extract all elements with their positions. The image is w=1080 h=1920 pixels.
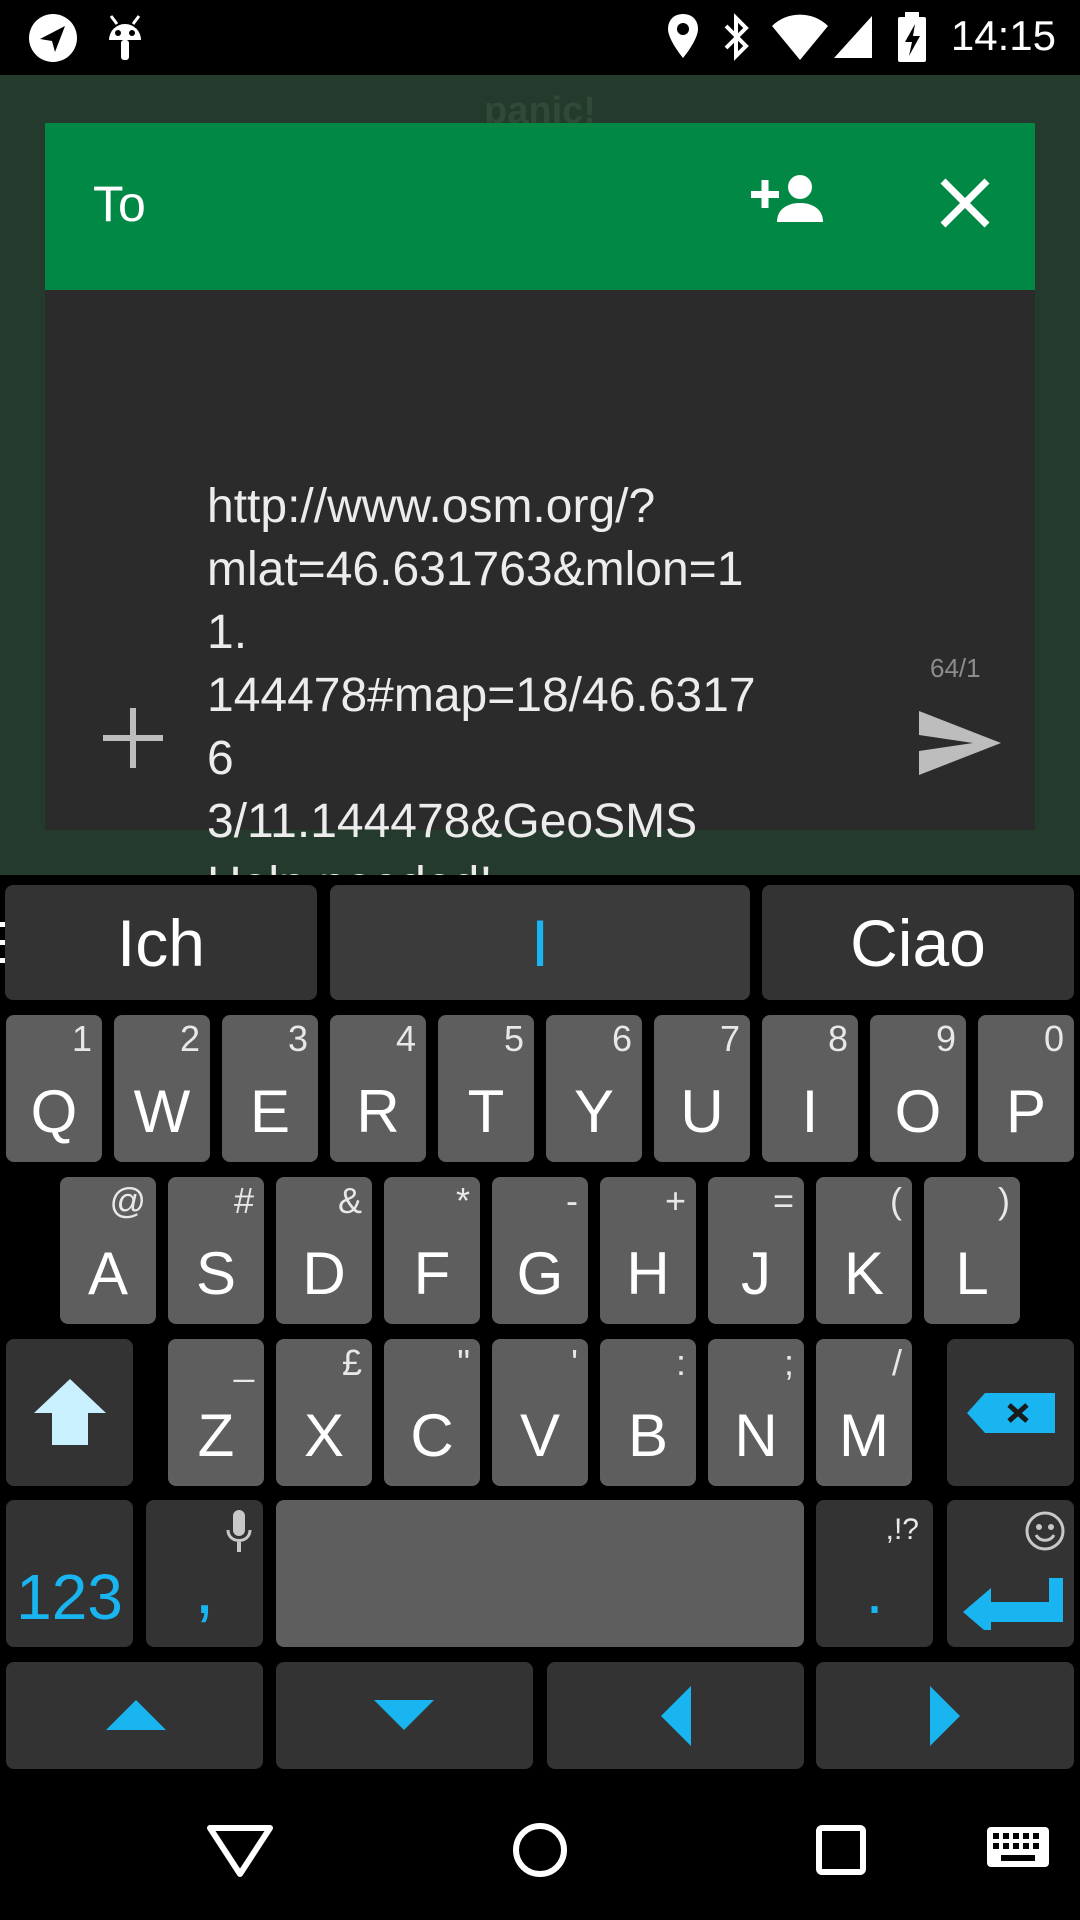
key-y[interactable]: 6Y [546,1015,642,1162]
key-p[interactable]: 0P [978,1015,1074,1162]
close-icon[interactable] [925,163,1005,243]
sms-dialog: To http://www.osm.org/? mlat=46.631763&m… [45,123,1035,911]
arrow-down-icon [374,1700,434,1730]
comma-key[interactable]: , [146,1500,263,1647]
enter-icon [963,1578,1063,1630]
arrow-up-icon [106,1700,166,1730]
recipient-header: To [45,123,1035,290]
message-line: 3/11.144478&GeoSMS [207,795,698,848]
add-contact-icon[interactable] [749,168,829,238]
attach-icon[interactable] [93,698,173,778]
key-w[interactable]: 2W [114,1015,210,1162]
shift-icon [34,1379,106,1445]
key-z[interactable]: _ Z [168,1339,264,1486]
key-m[interactable]: / M [816,1339,912,1486]
home-icon[interactable] [510,1820,570,1880]
navigation-icon [29,14,77,62]
backspace-icon [967,1393,1055,1433]
space-key[interactable] [276,1500,804,1647]
key-k[interactable]: (K [816,1177,912,1324]
message-line: mlat=46.631763&mlon=11. [207,543,744,659]
suggestion-right[interactable]: Ciao [762,885,1074,1000]
message-line: 144478#map=18/46.63176 [207,669,756,785]
key-j[interactable]: = J [708,1177,804,1324]
arrow-up-key[interactable] [6,1662,263,1769]
backspace-key[interactable] [947,1339,1074,1486]
key-q[interactable]: 1Q [6,1015,102,1162]
key-n[interactable]: ; N [708,1339,804,1486]
bluetooth-icon [724,13,749,61]
recents-icon[interactable] [815,1820,867,1880]
key-d[interactable]: & D [276,1177,372,1324]
arrow-right-key[interactable] [816,1662,1074,1769]
key-h[interactable]: + H [600,1177,696,1324]
cell-signal-icon [834,16,872,58]
key-c[interactable]: " C [384,1339,480,1486]
period-key[interactable]: ,!? . [816,1500,933,1647]
wifi-icon [772,14,828,60]
enter-key[interactable] [947,1500,1074,1647]
shift-key[interactable] [6,1339,133,1486]
arrow-right-icon [930,1686,960,1746]
character-counter: 64/1 [930,653,981,683]
numbers-key[interactable]: 123 [6,1500,133,1647]
send-icon[interactable] [915,703,1005,783]
smiley-icon [1025,1511,1065,1551]
key-s[interactable]: # S [168,1177,264,1324]
message-line: http://www.osm.org/? [207,480,656,533]
arrow-left-icon [661,1686,691,1746]
microphone-icon [226,1510,252,1552]
to-field[interactable]: To [93,175,146,233]
suggestion-left[interactable]: Ich [5,885,317,1000]
suggestion-center[interactable]: I [330,885,750,1000]
key-b[interactable]: :B [600,1339,696,1486]
location-icon [668,14,698,58]
key-e[interactable]: 3E [222,1015,318,1162]
battery-charging-icon [898,12,926,62]
status-bar: 14:15 [0,0,1080,75]
key-t[interactable]: 5T [438,1015,534,1162]
keyboard-switch-icon[interactable] [985,1825,1051,1873]
arrow-down-key[interactable] [276,1662,533,1769]
key-l[interactable]: ) L [924,1177,1020,1324]
key-x[interactable]: £ X [276,1339,372,1486]
key-i[interactable]: 8I [762,1015,858,1162]
message-input[interactable]: http://www.osm.org/? mlat=46.631763&mlon… [207,475,767,916]
key-o[interactable]: 9O [870,1015,966,1162]
android-debug-icon [109,15,141,60]
key-r[interactable]: 4R [330,1015,426,1162]
key-v[interactable]: ' V [492,1339,588,1486]
back-icon[interactable] [205,1820,275,1880]
key-u[interactable]: 7U [654,1015,750,1162]
clock: 14:15 [950,12,1056,59]
key-g[interactable]: -G [492,1177,588,1324]
key-f[interactable]: * F [384,1177,480,1324]
key-a[interactable]: @ A [60,1177,156,1324]
arrow-left-key[interactable] [547,1662,804,1769]
